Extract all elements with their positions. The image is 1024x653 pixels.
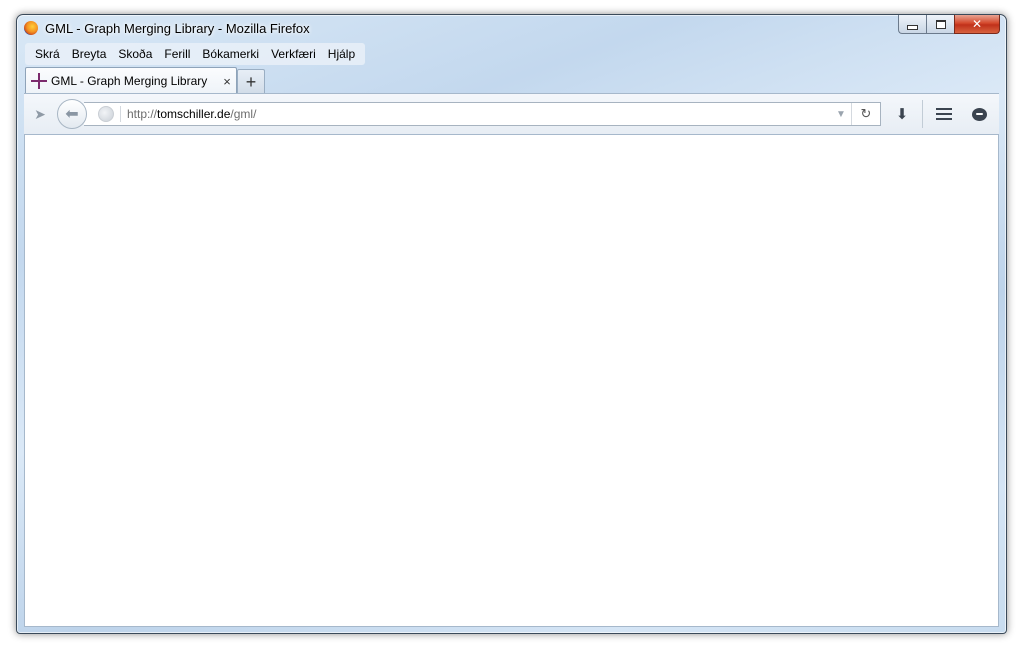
browser-window: GML - Graph Merging Library - Mozilla Fi… xyxy=(16,14,1007,634)
chat-icon xyxy=(971,107,987,121)
url-input[interactable]: http://tomschiller.de/gml/ xyxy=(127,107,831,121)
url-bar[interactable]: http://tomschiller.de/gml/ ▼ ↻ xyxy=(84,102,881,126)
page-content[interactable] xyxy=(24,134,999,627)
toolbar-separator xyxy=(922,100,923,128)
menu-icon xyxy=(936,108,952,120)
menu-help[interactable]: Hjálp xyxy=(322,47,361,61)
download-icon: ⬇ xyxy=(895,106,909,123)
maximize-button[interactable] xyxy=(926,15,954,34)
open-menu-button[interactable] xyxy=(932,103,956,125)
url-separator xyxy=(120,106,121,122)
window-title: GML - Graph Merging Library - Mozilla Fi… xyxy=(45,21,310,36)
menu-history[interactable]: Ferill xyxy=(158,47,196,61)
maximize-icon xyxy=(935,19,946,29)
back-button[interactable]: ⬅ xyxy=(57,99,87,129)
menu-bookmarks[interactable]: Bókamerki xyxy=(196,47,265,61)
minimize-button[interactable] xyxy=(898,15,926,34)
url-host: tomschiller.de xyxy=(157,107,231,121)
url-path: /gml/ xyxy=(230,107,257,121)
close-icon: ✕ xyxy=(971,17,983,31)
menu-file[interactable]: Skrá xyxy=(29,47,66,61)
gml-favicon-icon xyxy=(31,73,47,89)
downloads-button[interactable]: ⬇ xyxy=(890,103,914,125)
reload-button[interactable]: ↻ xyxy=(851,103,880,125)
send-tab-button[interactable]: ➤ xyxy=(29,104,51,124)
tab-strip: GML - Graph Merging Library × + xyxy=(25,67,998,94)
url-dropdown-icon[interactable]: ▼ xyxy=(831,109,851,120)
back-arrow-icon: ⬅ xyxy=(65,106,79,123)
url-scheme: http:// xyxy=(127,107,158,121)
minimize-icon xyxy=(907,24,918,30)
menu-tools[interactable]: Verkfæri xyxy=(265,47,322,61)
tab-close-icon[interactable]: × xyxy=(218,74,236,89)
menu-view[interactable]: Skoða xyxy=(112,47,158,61)
tab-title: GML - Graph Merging Library xyxy=(51,74,208,88)
plus-icon: + xyxy=(245,71,257,92)
title-bar[interactable]: GML - Graph Merging Library - Mozilla Fi… xyxy=(17,15,1006,41)
menu-bar: Skrá Breyta Skoða Ferill Bókamerki Verkf… xyxy=(25,43,366,65)
firefox-icon xyxy=(24,21,38,35)
reload-icon: ↻ xyxy=(860,106,872,121)
new-tab-button[interactable]: + xyxy=(237,69,265,94)
window-controls: ✕ xyxy=(898,15,1000,34)
close-button[interactable]: ✕ xyxy=(954,15,1000,34)
site-identity-icon[interactable] xyxy=(98,106,114,122)
navigation-toolbar: ➤ ⬅ http://tomschiller.de/gml/ ▼ ↻ ⬇ xyxy=(24,93,999,135)
tab-gml[interactable]: GML - Graph Merging Library × xyxy=(25,67,237,94)
menu-edit[interactable]: Breyta xyxy=(66,47,113,61)
chat-button[interactable] xyxy=(967,103,991,125)
send-tab-icon: ➤ xyxy=(34,105,46,122)
